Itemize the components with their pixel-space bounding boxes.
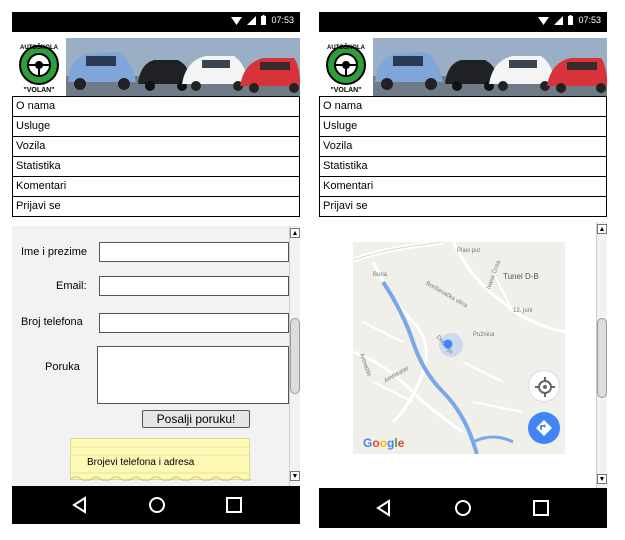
wifi-icon (538, 16, 550, 25)
map-section: Tunel D-B Plavi put Buna Boriševačka uli… (319, 220, 607, 488)
contact-form: Ime i prezime Email: Broj telefona Poruk… (12, 226, 300, 486)
email-input[interactable] (99, 276, 289, 296)
wifi-icon (231, 16, 243, 25)
battery-icon (261, 15, 267, 25)
crosshair-icon (535, 377, 555, 397)
google-logo: Google (363, 436, 405, 450)
menu-item-prijavi-se[interactable]: Prijavi se (319, 197, 607, 217)
map-label-tunel: Tunel D-B (503, 272, 539, 281)
svg-text:AUTOŠKOLA: AUTOŠKOLA (327, 43, 366, 51)
status-bar: 07:53 (12, 12, 300, 32)
home-icon[interactable] (146, 494, 168, 516)
contact-info-note: Brojevi telefona i adresa (70, 438, 251, 481)
home-icon[interactable] (452, 497, 474, 519)
form-scrollbar[interactable]: ▲ ▼ (289, 226, 300, 486)
recents-icon[interactable] (223, 494, 245, 516)
android-nav-bar (12, 486, 300, 524)
menu-item-komentari[interactable]: Komentari (319, 177, 607, 197)
menu-item-usluge[interactable]: Usluge (319, 117, 607, 137)
directions-button[interactable] (528, 412, 560, 444)
location-map[interactable]: Tunel D-B Plavi put Buna Boriševačka uli… (353, 242, 565, 454)
message-textarea[interactable] (97, 346, 289, 404)
my-location-button[interactable] (528, 370, 560, 402)
recents-icon[interactable] (530, 497, 552, 519)
signal-icon (554, 15, 564, 25)
svg-text:AUTOŠKOLA: AUTOŠKOLA (20, 43, 59, 51)
clock: 07:53 (578, 15, 601, 25)
svg-text:"VOLAN": "VOLAN" (23, 87, 54, 94)
svg-text:"VOLAN": "VOLAN" (330, 87, 361, 94)
map-label-12-juni: 12. juni (513, 308, 533, 314)
battery-icon (568, 15, 574, 25)
menu-item-statistika[interactable]: Statistika (12, 157, 300, 177)
scroll-up-arrow-icon[interactable]: ▲ (597, 224, 607, 234)
back-icon[interactable] (69, 494, 91, 516)
driving-school-logo: AUTOŠKOLA "VOLAN" (12, 38, 66, 96)
header-banner: AUTOŠKOLA "VOLAN" (12, 38, 300, 96)
email-label: Email: (56, 280, 87, 292)
message-label: Poruka (45, 361, 80, 373)
send-message-button[interactable]: Posalji poruku! (142, 410, 250, 428)
android-nav-bar (319, 488, 607, 528)
phone-input[interactable] (99, 313, 289, 333)
scroll-thumb[interactable] (597, 318, 607, 398)
menu-item-prijavi-se[interactable]: Prijavi se (12, 197, 300, 217)
map-label-plavi-put: Plavi put (457, 248, 481, 254)
back-icon[interactable] (373, 497, 395, 519)
menu-item-usluge[interactable]: Usluge (12, 117, 300, 137)
note-text: Brojevi telefona i adresa (87, 457, 195, 468)
phone-label: Broj telefona (21, 316, 83, 328)
scroll-thumb[interactable] (290, 318, 300, 394)
cars-photo (373, 38, 607, 96)
phone-contact-form: 07:53 AUTOŠKOLA "VOLAN" O nama Usluge Vo… (12, 12, 300, 527)
clock: 07:53 (271, 15, 294, 25)
menu-item-o-nama[interactable]: O nama (319, 96, 607, 117)
driving-school-logo: AUTOŠKOLA "VOLAN" (319, 38, 373, 96)
name-input[interactable] (99, 242, 289, 262)
map-label-puznica: Pužnica (473, 332, 495, 338)
location-marker-icon[interactable] (436, 330, 466, 360)
signal-icon (247, 15, 257, 25)
header-banner: AUTOŠKOLA "VOLAN" (319, 38, 607, 96)
menu-item-vozila[interactable]: Vozila (319, 137, 607, 157)
menu-item-vozila[interactable]: Vozila (12, 137, 300, 157)
map-scrollbar[interactable]: ▲ ▼ (596, 222, 607, 488)
map-label-buna: Buna (373, 272, 388, 278)
scroll-down-arrow-icon[interactable]: ▼ (290, 471, 300, 481)
main-menu: O nama Usluge Vozila Statistika Komentar… (12, 96, 300, 217)
main-menu: O nama Usluge Vozila Statistika Komentar… (319, 96, 607, 217)
cars-photo (66, 38, 300, 96)
scroll-up-arrow-icon[interactable]: ▲ (290, 228, 300, 238)
scroll-down-arrow-icon[interactable]: ▼ (597, 474, 607, 484)
menu-item-statistika[interactable]: Statistika (319, 157, 607, 177)
name-label: Ime i prezime (21, 246, 88, 258)
menu-item-komentari[interactable]: Komentari (12, 177, 300, 197)
directions-icon (536, 420, 552, 436)
phone-location-map: 07:53 AUTOŠKOLA "VOLAN" O nama Usluge Vo… (319, 12, 607, 528)
menu-item-o-nama[interactable]: O nama (12, 96, 300, 117)
status-bar: 07:53 (319, 12, 607, 32)
